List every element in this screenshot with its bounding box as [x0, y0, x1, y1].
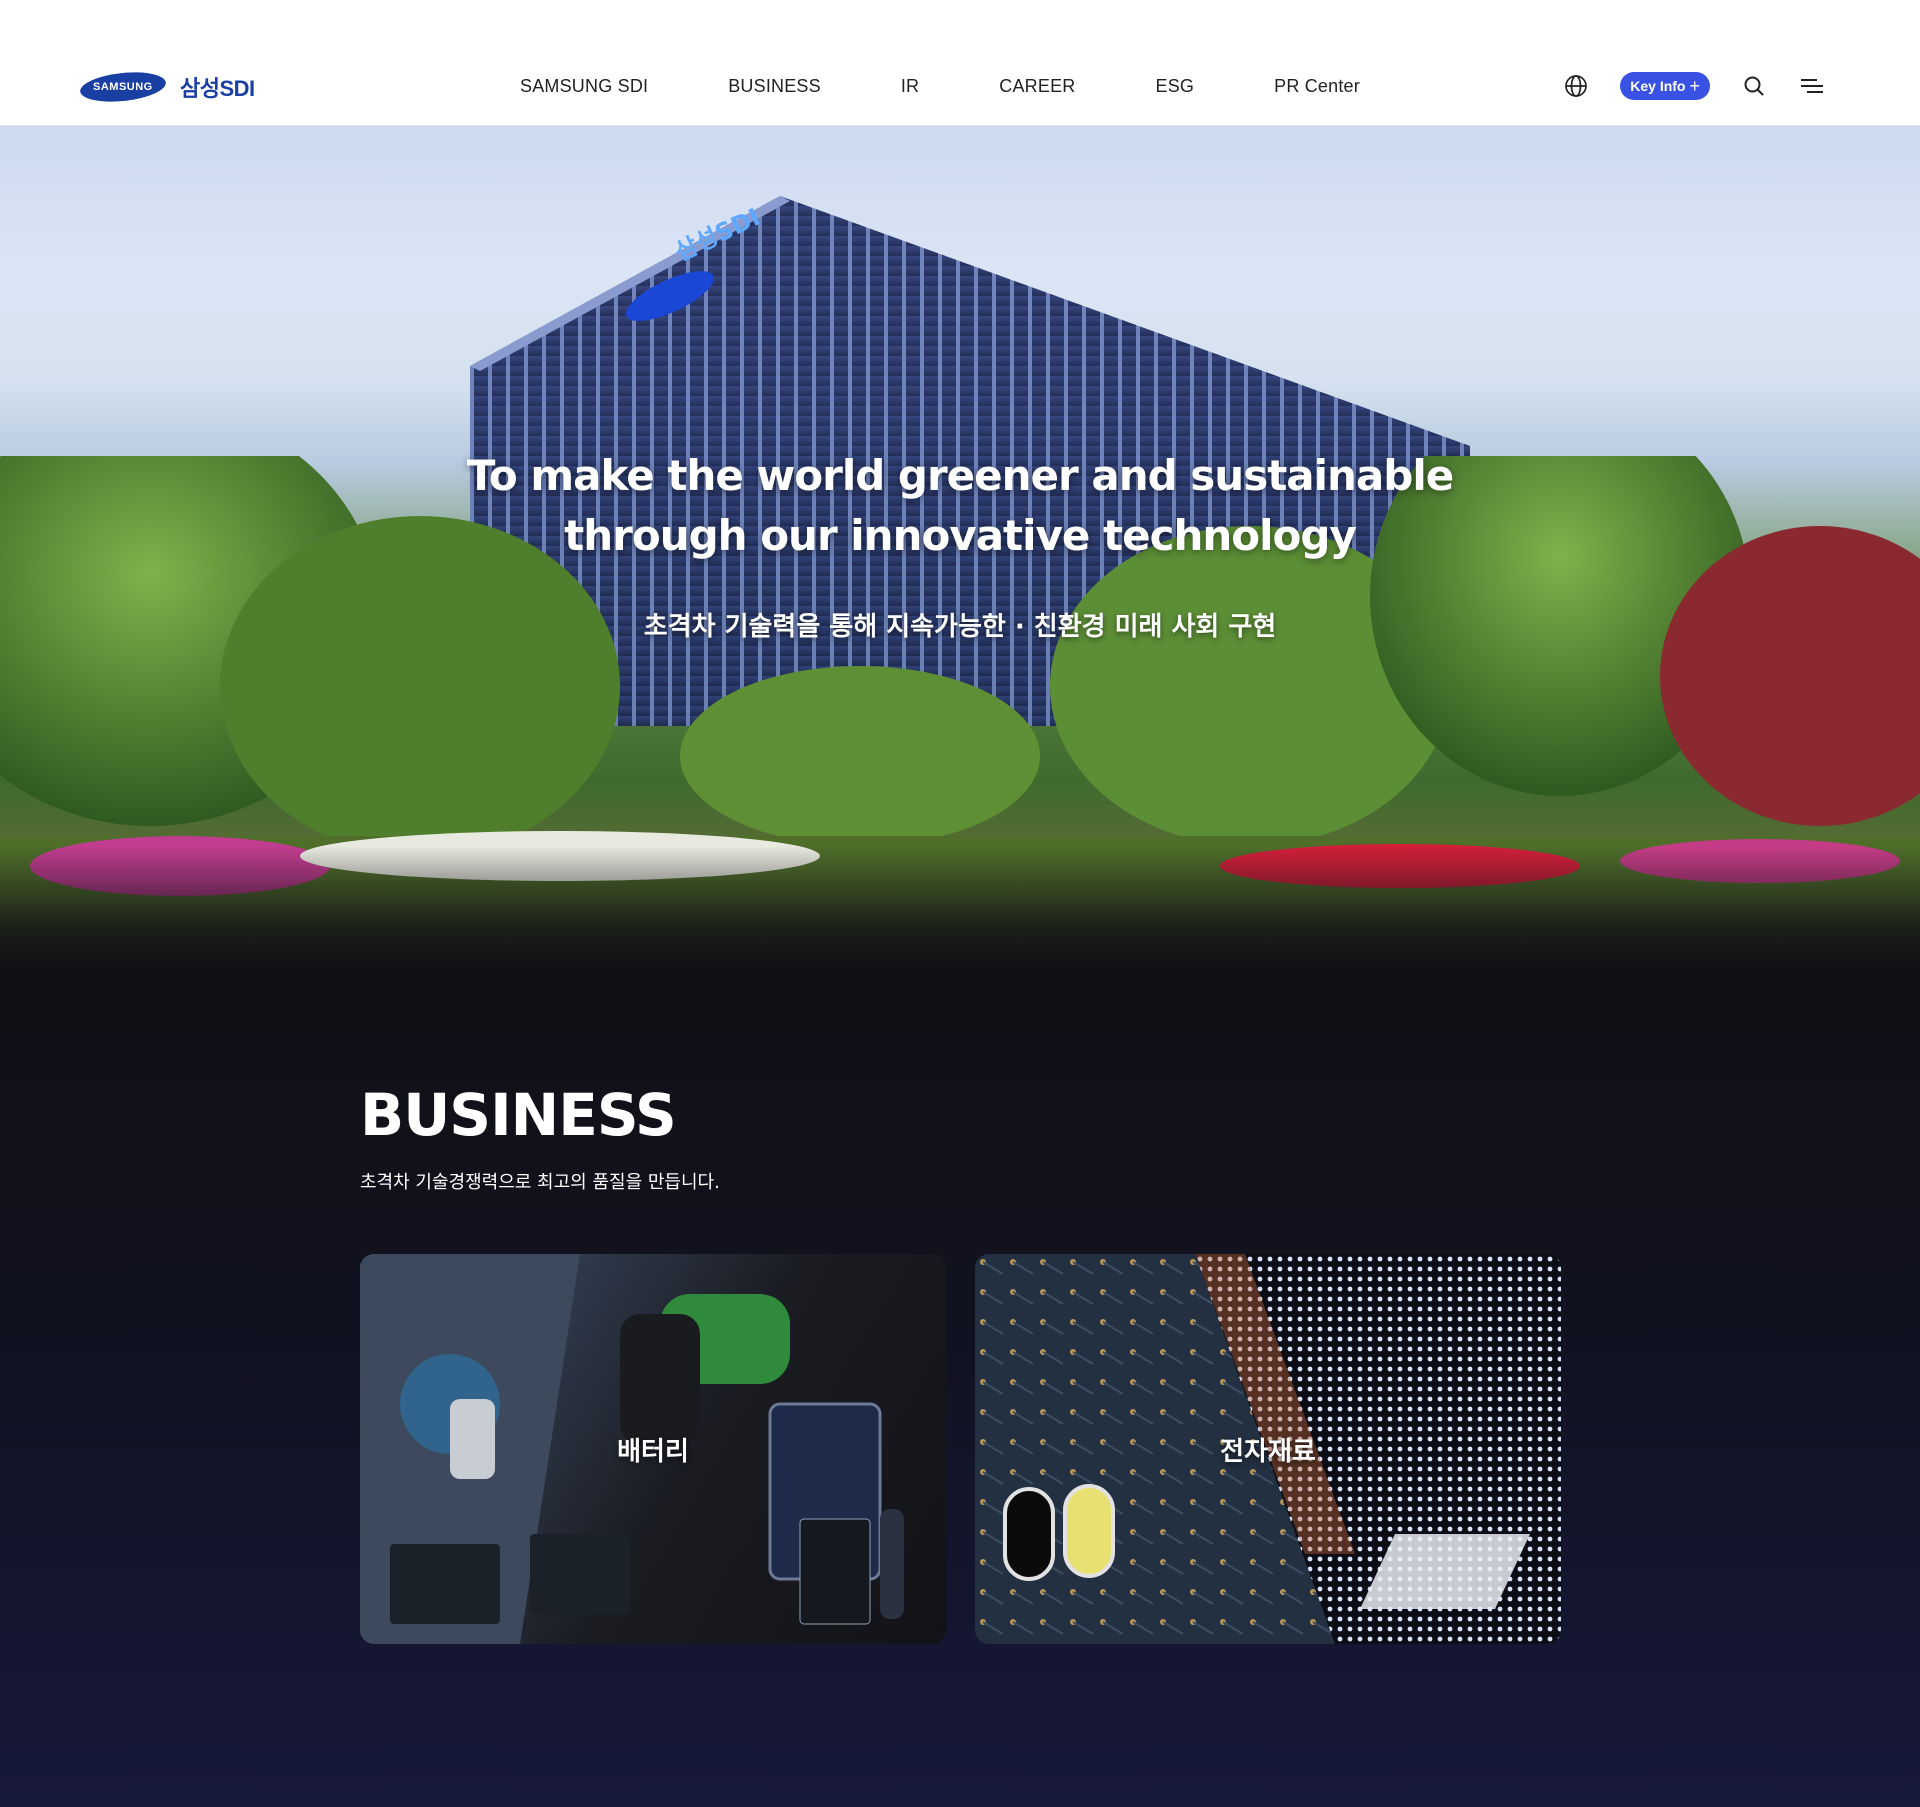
header-utilities: Key Info +	[1562, 72, 1826, 100]
hero-title: To make the world greener and sustainabl…	[0, 446, 1920, 566]
nav-career[interactable]: CAREER	[999, 76, 1075, 97]
plus-icon: +	[1689, 76, 1700, 96]
nav-esg[interactable]: ESG	[1155, 76, 1194, 97]
hero-subtitle: 초격차 기술력을 통해 지속가능한 · 친환경 미래 사회 구현	[643, 612, 1277, 642]
logo-sdi-text: 삼성SDI	[180, 76, 255, 101]
key-info-label: Key Info	[1630, 78, 1686, 94]
search-icon[interactable]	[1740, 72, 1768, 100]
battery-card-label: 배터리	[617, 1436, 689, 1467]
nav-samsung-sdi[interactable]: SAMSUNG SDI	[520, 76, 648, 97]
globe-icon[interactable]	[1562, 72, 1590, 100]
main-nav: SAMSUNG SDI BUSINESS IR CAREER ESG PR Ce…	[520, 76, 1360, 97]
hero-title-line2: through our innovative technology	[564, 511, 1357, 560]
hero-title-line1: To make the world greener and sustainabl…	[466, 451, 1454, 500]
nav-business[interactable]: BUSINESS	[728, 76, 821, 97]
battery-card[interactable]: 배터리	[360, 1254, 946, 1644]
business-section: BUSINESS 초격차 기술경쟁력으로 최고의 품질을 만듭니다. 배터리 전…	[0, 966, 1920, 1807]
samsung-logo-mark: SAMSUNG	[78, 68, 168, 106]
business-subtitle: 초격차 기술경쟁력으로 최고의 품질을 만듭니다.	[360, 1172, 720, 1193]
key-info-button[interactable]: Key Info +	[1620, 72, 1710, 100]
electronic-materials-card[interactable]: 전자재료	[975, 1254, 1561, 1644]
samsung-sdi-logo[interactable]: SAMSUNG 삼성SDI	[78, 68, 255, 106]
electronic-materials-card-label: 전자재료	[1220, 1436, 1316, 1467]
hero-fade-overlay	[0, 846, 1920, 966]
nav-pr-center[interactable]: PR Center	[1274, 76, 1360, 97]
site-header: SAMSUNG 삼성SDI SAMSUNG SDI BUSINESS IR CA…	[0, 0, 1920, 126]
hero-banner: 삼성SDI To make the world greener and sust…	[0, 126, 1920, 966]
menu-icon[interactable]	[1798, 72, 1826, 100]
business-title: BUSINESS	[360, 1081, 677, 1149]
nav-ir[interactable]: IR	[901, 76, 919, 97]
